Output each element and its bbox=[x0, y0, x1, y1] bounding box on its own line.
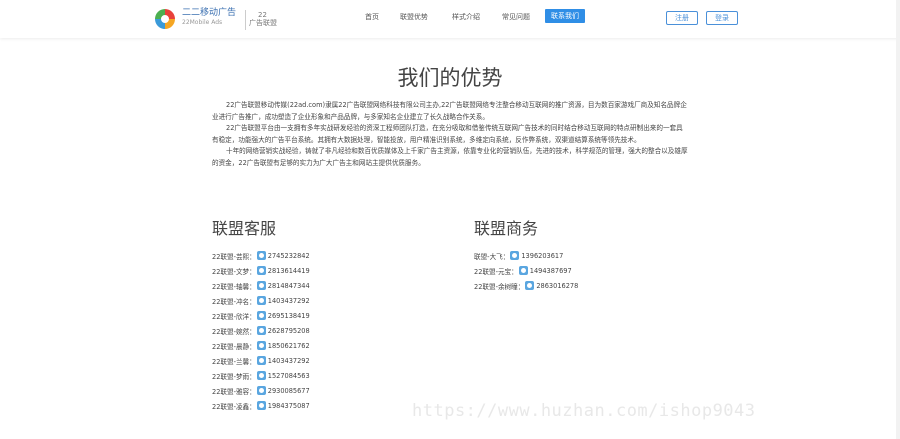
qq-icon[interactable] bbox=[256, 371, 266, 380]
contact-row: 22联盟-欣洋： 2695138419 bbox=[212, 308, 310, 323]
intro-text: 22广告联盟移动传媒(22ad.com)隶属22广告联盟网络科技有限公司主办,2… bbox=[212, 100, 688, 169]
brand-sub-line1: 22 bbox=[258, 11, 267, 19]
qq-icon[interactable] bbox=[518, 266, 528, 275]
qq-icon[interactable] bbox=[256, 266, 266, 275]
contact-name: 22联盟-轴馨： bbox=[212, 282, 256, 291]
contact-qq: 2628795208 bbox=[267, 326, 310, 335]
contact-qq: 2930085677 bbox=[267, 386, 310, 395]
contact-row: 22联盟-雅容： 2930085677 bbox=[212, 383, 310, 398]
brand-name-en: 22Mobile Ads bbox=[182, 19, 223, 26]
contact-qq: 2863016278 bbox=[536, 281, 579, 290]
qq-icon[interactable] bbox=[525, 281, 535, 290]
contact-qq: 1396203617 bbox=[521, 251, 564, 260]
brand-sub: 22 广告联盟 bbox=[249, 11, 277, 27]
qq-icon[interactable] bbox=[510, 251, 520, 260]
brand-sub-line2: 广告联盟 bbox=[249, 19, 277, 27]
contact-name: 22联盟-冲名： bbox=[212, 297, 256, 306]
contact-qq: 1527084563 bbox=[267, 371, 310, 380]
contact-qq: 1403437292 bbox=[267, 356, 310, 365]
page-scrollbar[interactable] bbox=[896, 0, 900, 439]
contact-qq: 2814847344 bbox=[267, 281, 310, 290]
contact-row: 22联盟-凌鑫： 1984375087 bbox=[212, 398, 310, 413]
nav-item-advantages[interactable]: 联盟优势 bbox=[400, 12, 428, 22]
contact-row: 22联盟-轴馨： 2814847344 bbox=[212, 278, 310, 293]
qq-icon[interactable] bbox=[256, 281, 266, 290]
qq-icon[interactable] bbox=[256, 341, 266, 350]
business-title: 联盟商务 bbox=[474, 219, 539, 238]
qq-icon[interactable] bbox=[256, 251, 266, 260]
page-title: 我们的优势 bbox=[397, 66, 503, 90]
qq-icon[interactable] bbox=[256, 296, 266, 305]
qq-icon[interactable] bbox=[256, 311, 266, 320]
contact-qq: 1403437292 bbox=[267, 296, 310, 305]
contact-row: 22联盟-元宝： 1494387697 bbox=[474, 263, 578, 278]
contact-row: 22联盟-梦雨： 1527084563 bbox=[212, 368, 310, 383]
contact-row: 联盟-大飞： 1396203617 bbox=[474, 248, 578, 263]
contact-name: 22联盟-晨静： bbox=[212, 342, 256, 351]
qq-icon[interactable] bbox=[256, 401, 266, 410]
brand-name[interactable]: 二二移动广告 22Mobile Ads bbox=[182, 9, 236, 27]
contact-qq: 1850621762 bbox=[267, 341, 310, 350]
nav-item-contact[interactable]: 联系我们 bbox=[545, 9, 585, 23]
contact-qq: 1494387697 bbox=[529, 266, 572, 275]
contact-qq: 2745232842 bbox=[267, 251, 310, 260]
contact-name: 22联盟-余树瞳： bbox=[474, 282, 525, 291]
service-contact-list: 22联盟-芸熙： 2745232842 22联盟-文梦： 2813614419 22… bbox=[212, 248, 310, 413]
contact-name: 联盟-大飞： bbox=[474, 252, 510, 261]
contact-row: 22联盟-婉然： 2628795208 bbox=[212, 323, 310, 338]
login-button[interactable]: 登录 bbox=[706, 11, 738, 25]
contact-row: 22联盟-冲名： 1403437292 bbox=[212, 293, 310, 308]
contact-name: 22联盟-元宝： bbox=[474, 267, 518, 276]
contact-row: 22联盟-晨静： 1850621762 bbox=[212, 338, 310, 353]
business-contact-list: 联盟-大飞： 1396203617 22联盟-元宝： 1494387697 22联盟… bbox=[474, 248, 578, 293]
nav-item-styles[interactable]: 样式介绍 bbox=[452, 12, 480, 22]
contact-name: 22联盟-婉然： bbox=[212, 327, 256, 336]
contact-name: 22联盟-欣洋： bbox=[212, 312, 256, 321]
qq-icon[interactable] bbox=[256, 356, 266, 365]
intro-paragraph: 十年的网络营销实战经验，铸就了非凡经验和数百优质媒体及上千家广告主资源，依靠专业… bbox=[212, 147, 688, 167]
contact-row: 22联盟-文梦： 2813614419 bbox=[212, 263, 310, 278]
intro-paragraph: 22广告联盟移动传媒(22ad.com)隶属22广告联盟网络科技有限公司主办,2… bbox=[212, 101, 687, 121]
intro-paragraph: 22广告联盟平台由一支拥有多年实战研发经验的资深工程师团队打造，在充分吸取和借鉴… bbox=[212, 124, 683, 144]
contact-name: 22联盟-凌鑫： bbox=[212, 402, 256, 411]
service-title: 联盟客服 bbox=[212, 219, 277, 238]
contact-row: 22联盟-芸熙： 2745232842 bbox=[212, 248, 310, 263]
qq-icon[interactable] bbox=[256, 386, 266, 395]
watermark-text: https://www.huzhan.com/ishop9043 bbox=[412, 401, 756, 421]
logo-icon bbox=[155, 9, 175, 29]
contact-name: 22联盟-文梦： bbox=[212, 267, 256, 276]
contact-row: 22联盟-余树瞳： 2863016278 bbox=[474, 278, 578, 293]
qq-icon[interactable] bbox=[256, 326, 266, 335]
register-button[interactable]: 注册 bbox=[666, 11, 698, 25]
contact-name: 22联盟-兰馨： bbox=[212, 357, 256, 366]
nav-item-home[interactable]: 首页 bbox=[365, 12, 379, 22]
contact-qq: 2813614419 bbox=[267, 266, 310, 275]
contact-qq: 1984375087 bbox=[267, 401, 310, 410]
logo-divider bbox=[245, 10, 246, 30]
contact-qq: 2695138419 bbox=[267, 311, 310, 320]
brand-name-cn: 二二移动广告 bbox=[182, 8, 237, 18]
contact-name: 22联盟-芸熙： bbox=[212, 252, 256, 261]
site-header: 二二移动广告 22Mobile Ads 22 广告联盟 首页 联盟优势 样式介绍… bbox=[0, 0, 900, 38]
contact-row: 22联盟-兰馨： 1403437292 bbox=[212, 353, 310, 368]
contact-name: 22联盟-雅容： bbox=[212, 387, 256, 396]
nav-item-faq[interactable]: 常见问题 bbox=[502, 12, 530, 22]
contact-name: 22联盟-梦雨： bbox=[212, 372, 256, 381]
